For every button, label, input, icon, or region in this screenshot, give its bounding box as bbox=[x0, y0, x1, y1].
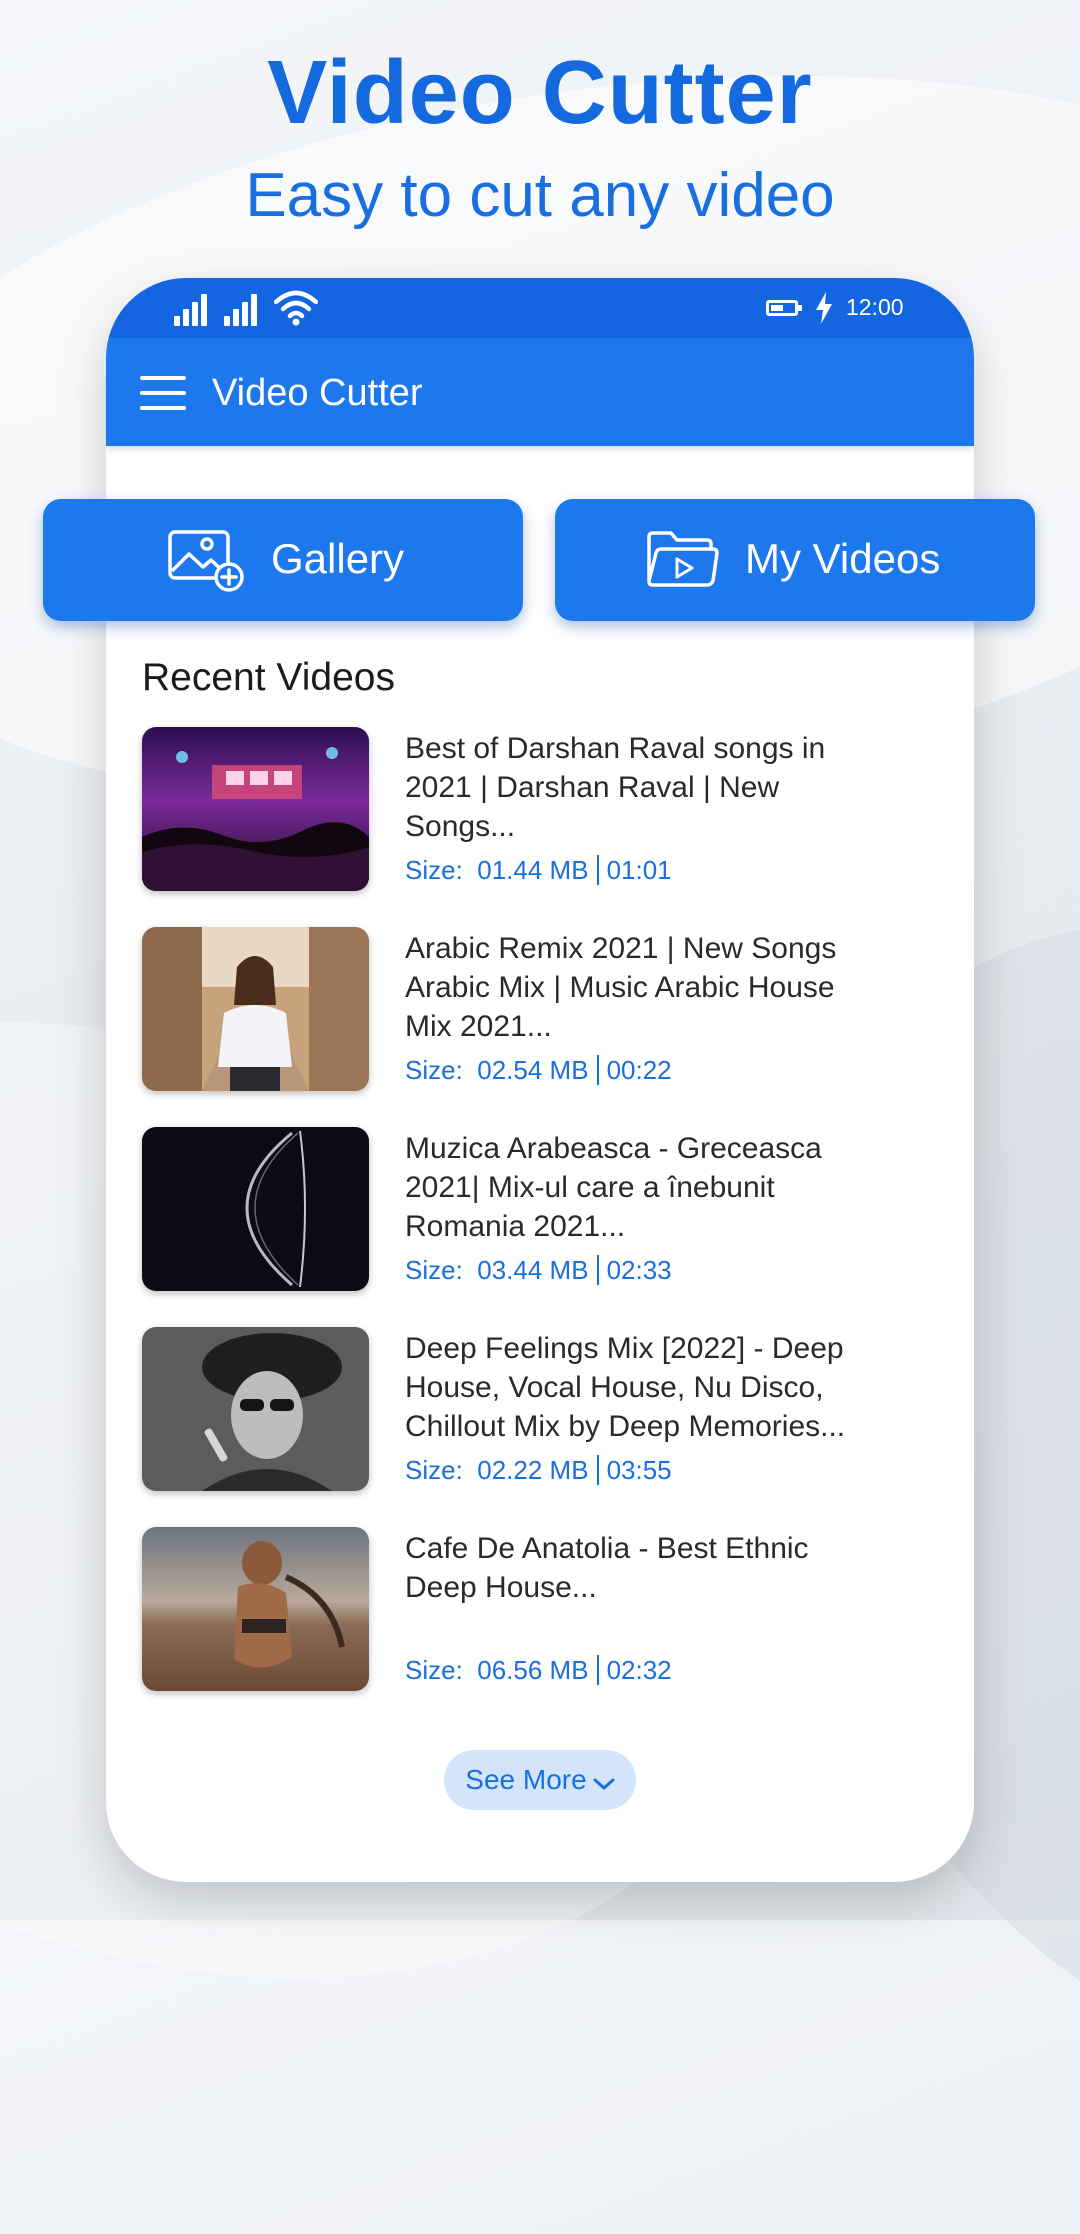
recent-videos-title: Recent Videos bbox=[142, 656, 395, 699]
video-thumbnail bbox=[142, 727, 369, 891]
size-label: Size: bbox=[405, 1455, 463, 1485]
list-item[interactable]: Cafe De Anatolia - Best Ethnic Deep Hous… bbox=[142, 1527, 902, 1693]
video-duration: 03:55 bbox=[606, 1455, 672, 1485]
video-size: 02.54 MB bbox=[477, 1055, 589, 1085]
promo-title: Video Cutter bbox=[267, 43, 813, 143]
list-item[interactable]: Arabic Remix 2021 | New Songs Arabic Mix… bbox=[142, 927, 902, 1093]
list-item[interactable]: Best of Darshan Raval songs in 2021 | Da… bbox=[142, 727, 902, 893]
signal-icon bbox=[224, 294, 260, 326]
list-item[interactable]: Deep Feelings Mix [2022] - Deep House, V… bbox=[142, 1327, 902, 1493]
status-bar: 12:00 bbox=[106, 278, 974, 338]
my-videos-label: My Videos bbox=[745, 535, 941, 582]
video-meta: Size: 02.22 MB 03:55 bbox=[405, 1455, 672, 1486]
wifi-icon bbox=[274, 290, 318, 326]
video-size: 06.56 MB bbox=[477, 1655, 589, 1685]
video-meta: Size: 01.44 MB 01:01 bbox=[405, 855, 672, 886]
video-thumbnail bbox=[142, 1327, 369, 1491]
my-videos-button[interactable]: My Videos bbox=[555, 499, 1035, 621]
video-title: Cafe De Anatolia - Best Ethnic Deep Hous… bbox=[405, 1532, 809, 1604]
gallery-label: Gallery bbox=[271, 535, 405, 582]
video-folder-icon bbox=[647, 531, 719, 587]
size-label: Size: bbox=[405, 1255, 463, 1285]
list-item[interactable]: Muzica Arabeasca - Greceasca 2021| Mix-u… bbox=[142, 1127, 902, 1293]
gallery-add-icon bbox=[168, 530, 244, 592]
video-size: 03.44 MB bbox=[477, 1255, 589, 1285]
size-label: Size: bbox=[405, 855, 463, 885]
battery-icon bbox=[766, 300, 802, 316]
video-title: Arabic Remix 2021 | New Songs Arabic Mix… bbox=[405, 932, 837, 1043]
app-bar: Video Cutter bbox=[106, 338, 974, 446]
video-size: 02.22 MB bbox=[477, 1455, 589, 1485]
video-duration: 00:22 bbox=[606, 1055, 672, 1085]
video-thumbnail bbox=[142, 1527, 369, 1691]
video-meta: Size: 06.56 MB 02:32 bbox=[405, 1655, 672, 1686]
video-thumbnail bbox=[142, 927, 369, 1091]
video-duration: 02:33 bbox=[606, 1255, 672, 1285]
video-title: Best of Darshan Raval songs in 2021 | Da… bbox=[405, 732, 826, 843]
video-duration: 02:32 bbox=[606, 1655, 672, 1685]
video-thumbnail bbox=[142, 1127, 369, 1291]
video-duration: 01:01 bbox=[606, 855, 672, 885]
app-bar-title: Video Cutter bbox=[212, 372, 423, 414]
hamburger-menu-icon[interactable] bbox=[140, 376, 186, 410]
see-more-button[interactable]: See More bbox=[444, 1750, 636, 1810]
video-meta: Size: 03.44 MB 02:33 bbox=[405, 1255, 672, 1286]
promo-subtitle: Easy to cut any video bbox=[245, 161, 835, 230]
video-title: Deep Feelings Mix [2022] - Deep House, V… bbox=[405, 1332, 846, 1443]
size-label: Size: bbox=[405, 1055, 463, 1085]
see-more-label: See More bbox=[465, 1764, 587, 1795]
charging-icon bbox=[816, 292, 832, 324]
gallery-button[interactable]: Gallery bbox=[43, 499, 523, 621]
video-title: Muzica Arabeasca - Greceasca 2021| Mix-u… bbox=[405, 1132, 822, 1243]
video-size: 01.44 MB bbox=[477, 855, 589, 885]
chevron-down-icon bbox=[593, 1752, 615, 1812]
signal-icon bbox=[174, 294, 210, 326]
size-label: Size: bbox=[405, 1655, 463, 1685]
video-meta: Size: 02.54 MB 00:22 bbox=[405, 1055, 672, 1086]
status-time: 12:00 bbox=[846, 294, 904, 320]
